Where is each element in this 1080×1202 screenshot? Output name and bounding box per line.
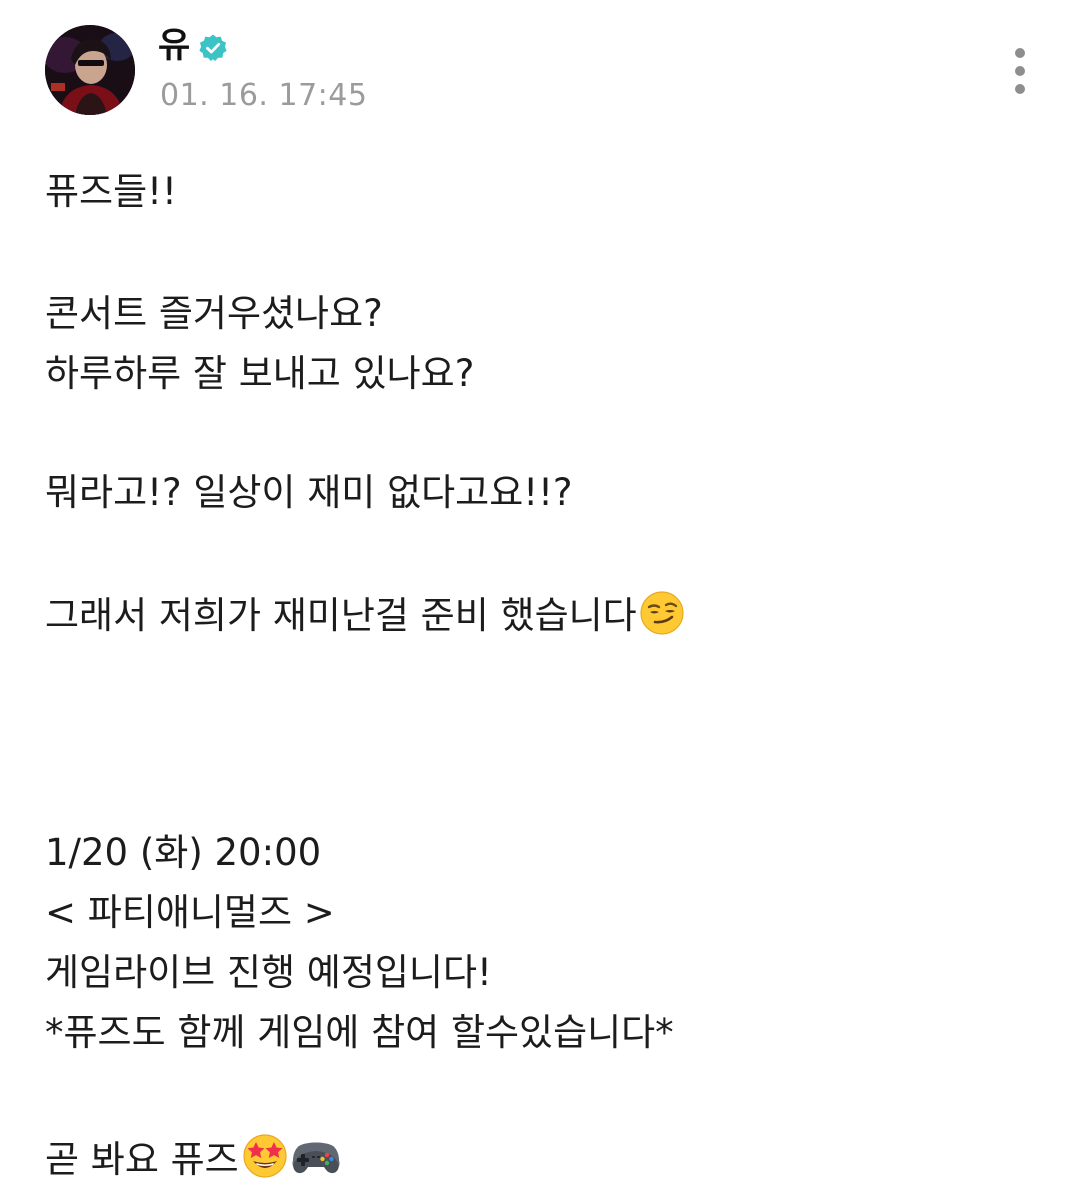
smirking-face-emoji	[639, 590, 685, 646]
post-line-live: 게임라이브 진행 예정입니다!	[45, 951, 492, 994]
post-line-concert: 콘서트 즐거우셨나요?	[45, 292, 383, 335]
post-timestamp: 01. 16. 17:45	[160, 78, 368, 113]
more-options-button[interactable]	[1002, 44, 1040, 98]
post-line-join: *퓨즈도 함께 게임에 참여 할수있습니다*	[45, 1011, 674, 1054]
star-struck-emoji	[241, 1132, 289, 1190]
post-line-date: 1/20 (화) 20:00	[45, 831, 322, 874]
post-line-closing-row: 곧 봐요 퓨즈	[45, 1132, 341, 1190]
verified-badge-icon	[198, 33, 228, 63]
post-line-show: < 파티애니멀즈 >	[45, 891, 335, 934]
more-vertical-icon	[1015, 48, 1025, 58]
video-game-controller-emoji	[291, 1134, 341, 1190]
avatar[interactable]	[45, 25, 135, 115]
more-vertical-icon	[1015, 84, 1025, 94]
post-line-prepared: 그래서 저희가 재미난걸 준비 했습니다	[45, 594, 637, 637]
post-line-what: 뭐라고!? 일상이 재미 없다고요!!?	[45, 471, 573, 514]
post-line-daily: 하루하루 잘 보내고 있나요?	[45, 352, 475, 395]
more-vertical-icon	[1015, 66, 1025, 76]
post-line-prepared-row: 그래서 저희가 재미난걸 준비 했습니다	[45, 590, 685, 646]
post-header: 유 01. 16. 17:45	[0, 0, 1080, 140]
post-line-closing: 곧 봐요 퓨즈	[45, 1138, 239, 1181]
post-line-greeting: 퓨즈들!!	[45, 170, 177, 213]
author-name[interactable]: 유	[158, 26, 190, 66]
